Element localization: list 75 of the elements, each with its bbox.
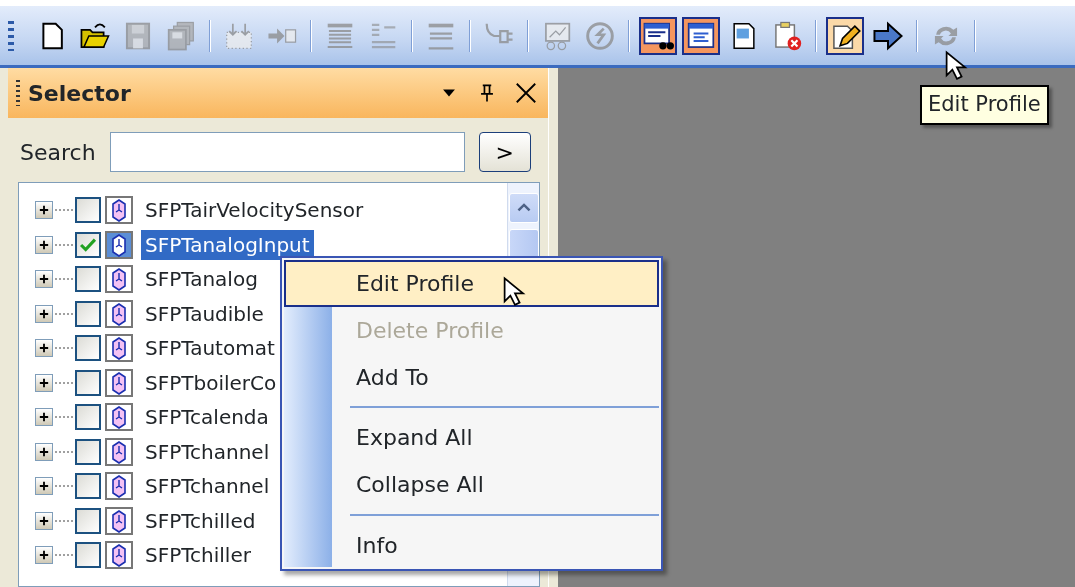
checkbox[interactable] [75,507,101,534]
cube-icon [105,265,133,294]
cube-icon [105,299,133,328]
cube-icon [105,368,133,397]
tree-item[interactable]: SFPTboilerCo [141,367,281,398]
close-icon [514,81,538,105]
go-button[interactable]: > [478,132,531,172]
cube-icon [105,437,133,466]
expand-button[interactable] [35,442,53,461]
search-label: Search [20,138,96,167]
plus-icon [38,480,50,493]
expand-button[interactable] [35,235,53,254]
expand-button[interactable] [35,201,53,220]
tree-item[interactable]: SFPTchilled [141,505,260,536]
expand-button[interactable] [35,339,53,358]
cube-icon [105,506,133,535]
menu-item[interactable]: Expand All [284,414,659,462]
checkbox[interactable] [75,231,101,258]
tree-item[interactable]: SFPTanalogInput [141,229,314,260]
circle-icon [584,19,616,52]
plus-icon [38,445,50,458]
plus-icon [38,411,50,424]
tree-item[interactable]: SFPTcalenda [141,402,273,433]
checkbox[interactable] [75,266,101,293]
tree-item[interactable]: SFPTchannel [141,436,274,467]
panel-title: Selector [28,79,132,108]
expand-button[interactable] [35,270,53,289]
tree-item[interactable]: SFPTanalog [141,264,262,295]
mouse-pointer-icon [502,276,528,306]
toolbar-button[interactable] [826,16,864,55]
expand-button[interactable] [35,477,53,496]
menu-item[interactable]: Add To [284,353,659,401]
search-field[interactable] [109,132,465,172]
expand-button[interactable] [35,511,53,530]
plus-icon [38,342,50,355]
checkbox[interactable] [75,438,101,465]
expand-button[interactable] [35,373,53,392]
right-arrow-icon [872,19,904,52]
cube-icon [105,334,133,363]
plus-icon [38,238,50,251]
checkbox[interactable] [75,197,101,224]
checkbox[interactable] [75,300,101,327]
tree-item[interactable]: SFPTchannel [141,471,274,502]
checkbox[interactable] [75,404,101,431]
tree-item[interactable]: SFPTchiller [141,540,255,571]
checkbox[interactable] [75,335,101,362]
tree-item[interactable]: SFPTautomat [141,333,279,364]
plus-icon [38,549,50,562]
plus-icon [38,204,50,217]
checkbox[interactable] [75,542,101,569]
tree-item[interactable]: SFPTaudible [141,298,268,329]
checkbox[interactable] [75,369,101,396]
plus-icon [38,307,50,320]
toolbar-button[interactable] [639,16,677,55]
expand-button[interactable] [35,304,53,323]
menu-item[interactable]: Collapse All [284,461,659,509]
mouse-pointer-icon [944,50,970,80]
expand-button[interactable] [35,408,53,427]
expand-button[interactable] [35,546,53,565]
floppy-disks-icon [165,19,197,52]
cube-icon [105,230,133,259]
scroll-up-button[interactable] [508,193,539,223]
cube-icon [105,472,133,501]
toolbar-button[interactable] [682,16,720,55]
menu-item[interactable]: Edit Profile [284,260,659,307]
cube-icon [105,196,133,225]
cube-icon [105,541,133,570]
plus-icon [38,376,50,389]
plus-icon [38,273,50,286]
checkbox[interactable] [75,473,101,500]
plus-icon [38,514,50,527]
menu-item[interactable]: Info [284,522,659,569]
cube-icon [105,403,133,432]
tooltip: Edit Profile [920,85,1049,125]
tree-item[interactable]: SFPTairVelocitySensor [141,195,368,226]
